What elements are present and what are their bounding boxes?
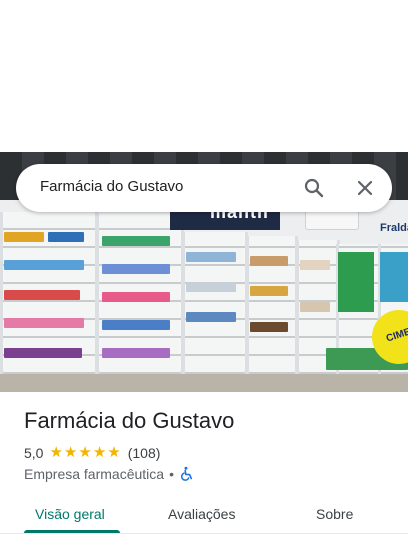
reviews-count[interactable]: (108) [128, 445, 161, 461]
photo-product [186, 312, 236, 322]
star-icon: ★ [49, 444, 63, 461]
photo-product [250, 322, 288, 332]
rating-stars: ★ ★ ★ ★ ★ [49, 444, 121, 462]
place-title: Farmácia do Gustavo [24, 408, 235, 433]
photo-product [186, 282, 236, 292]
rating-value: 5,0 [24, 445, 44, 461]
photo-product [4, 260, 84, 270]
star-icon: ★ [92, 444, 107, 461]
photo-product [102, 348, 170, 358]
photo-product [4, 348, 82, 358]
photo-product [102, 320, 170, 330]
photo-product [4, 318, 84, 328]
separator-dot: • [169, 466, 174, 482]
photo-product [102, 264, 170, 274]
star-icon: ★ [63, 444, 78, 461]
photo-fraldas-sign: Fraldas [380, 222, 408, 234]
photo-product [4, 232, 44, 242]
tab-overview[interactable]: Visão geral [35, 506, 105, 522]
photo-product [380, 252, 408, 302]
search-icon[interactable] [302, 176, 326, 200]
category-row: Empresa farmacêutica • [24, 465, 195, 483]
tab-about[interactable]: Sobre [316, 506, 353, 522]
photo-product [300, 302, 330, 312]
tab-reviews[interactable]: Avaliações [168, 506, 235, 522]
search-input[interactable]: Farmácia do Gustavo [40, 178, 183, 195]
close-icon[interactable] [353, 176, 377, 200]
photo-product [300, 260, 330, 270]
star-icon: ★ [107, 444, 121, 461]
photo-product [102, 236, 170, 246]
rating-row[interactable]: 5,0 ★ ★ ★ ★ ★ (108) [24, 444, 160, 462]
photo-product [250, 286, 288, 296]
wheelchair-icon[interactable] [179, 466, 195, 482]
photo-product [102, 292, 170, 302]
photo-product [186, 252, 236, 262]
place-category: Empresa farmacêutica [24, 466, 165, 482]
photo-product [4, 290, 80, 300]
search-bar[interactable]: Farmácia do Gustavo [16, 164, 392, 212]
tabs-divider [0, 533, 408, 534]
photo-product [48, 232, 84, 242]
photo-air-conditioner [305, 210, 359, 230]
star-icon: ★ [78, 444, 92, 461]
photo-product [338, 252, 374, 312]
photo-floor [0, 374, 408, 392]
photo-product [250, 256, 288, 266]
map-blank-area [0, 0, 408, 152]
